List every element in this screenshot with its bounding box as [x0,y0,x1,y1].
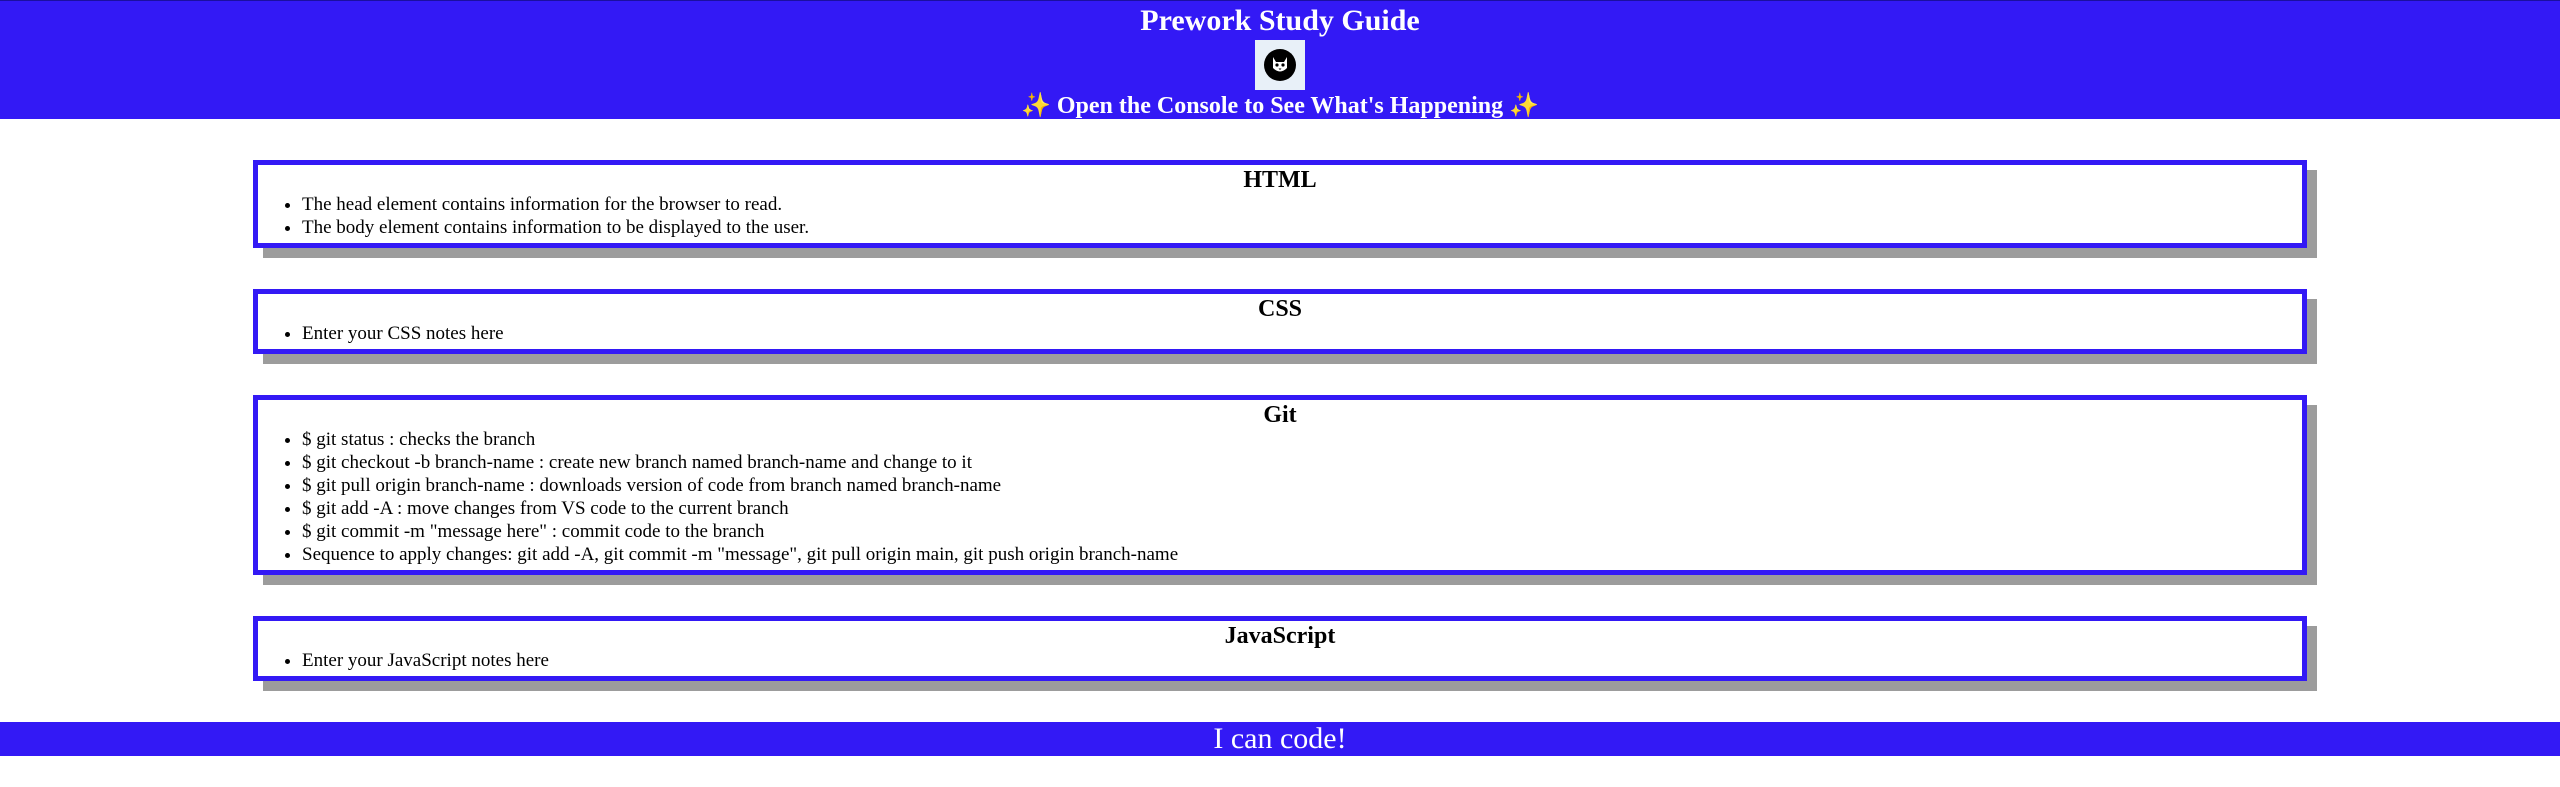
section-heading: HTML [1243,167,1317,193]
list-item: The head element contains information fo… [302,193,2302,216]
page-footer: I can code! [0,722,2560,756]
list-item: Enter your JavaScript notes here [302,649,2302,672]
section-heading: JavaScript [1224,623,1336,649]
list-item: $ git commit -m "message here" : commit … [302,520,2302,543]
section-git: Git $ git status : checks the branch $ g… [253,395,2307,575]
list-item: Sequence to apply changes: git add -A, g… [302,543,2302,566]
list-item: $ git checkout -b branch-name : create n… [302,451,2302,474]
study-guide-content: HTML The head element contains informati… [0,119,2560,681]
list-item: Enter your CSS notes here [302,322,2302,345]
section-javascript: JavaScript Enter your JavaScript notes h… [253,616,2307,681]
notes-list: Enter your JavaScript notes here [258,649,2302,672]
page-header: Prework Study Guide ✨ Open the Console t… [0,0,2560,119]
cat-avatar-icon [1255,40,1305,90]
page-title: Prework Study Guide [1140,4,1420,37]
list-item: $ git pull origin branch-name : download… [302,474,2302,497]
section-heading: CSS [1257,296,1303,322]
notes-list: $ git status : checks the branch $ git c… [258,428,2302,566]
page-subtitle: ✨ Open the Console to See What's Happeni… [1020,93,1540,119]
notes-list: Enter your CSS notes here [258,322,2302,345]
section-css: CSS Enter your CSS notes here [253,289,2307,354]
list-item: $ git status : checks the branch [302,428,2302,451]
notes-list: The head element contains information fo… [258,193,2302,239]
section-heading: Git [1263,402,1297,428]
list-item: The body element contains information to… [302,216,2302,239]
section-html: HTML The head element contains informati… [253,160,2307,248]
list-item: $ git add -A : move changes from VS code… [302,497,2302,520]
